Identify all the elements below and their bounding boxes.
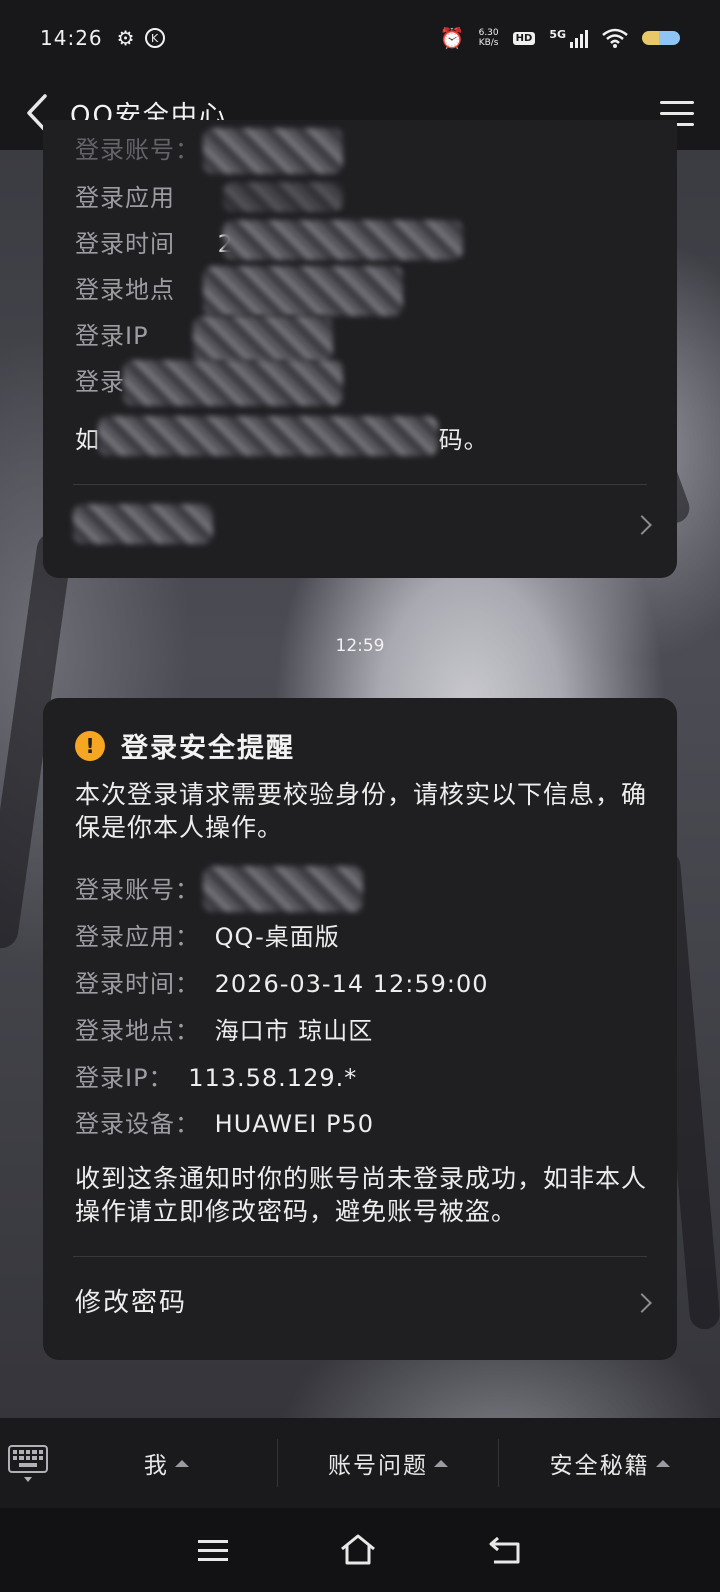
menu-item-me[interactable]: 我	[56, 1446, 277, 1480]
redacted-content	[123, 360, 343, 406]
redacted-content	[98, 416, 438, 456]
change-password-link[interactable]: 修改密码	[43, 1258, 677, 1358]
network-speed-value: 6.30	[478, 28, 499, 38]
battery-icon	[642, 31, 680, 45]
status-time: 14:26	[40, 26, 103, 50]
prev-row-device: 登录	[75, 362, 125, 397]
menu-item-account-issues[interactable]: 账号问题	[278, 1446, 499, 1480]
field-value: HUAWEI P50	[214, 1110, 374, 1138]
divider	[73, 484, 647, 485]
field-value: QQ-桌面版	[214, 923, 340, 951]
prev-row-app: 登录应用	[75, 178, 175, 213]
prev-notice-end: 码。	[438, 426, 489, 454]
redacted-content[interactable]	[73, 504, 213, 544]
prev-row-label: 登录地点	[75, 276, 175, 304]
network-speed-unit: KB/s	[478, 38, 499, 48]
redacted-content	[193, 316, 333, 362]
change-password-label[interactable]: 修改密码	[75, 1282, 187, 1319]
caret-up-icon	[655, 1459, 670, 1467]
field-login-time: 登录时间： 2026-03-14 12:59:00	[75, 964, 489, 999]
field-login-ip: 登录IP： 113.58.129.*	[75, 1058, 357, 1093]
field-login-app: 登录应用： QQ-桌面版	[75, 917, 340, 952]
field-label: 登录地点：	[75, 1017, 200, 1045]
home-icon[interactable]	[338, 1533, 378, 1567]
signal-icon: 5G	[549, 28, 588, 48]
prev-row-label: 登录应用	[75, 184, 175, 212]
network-type: 5G	[549, 28, 566, 41]
field-label: 登录IP：	[75, 1064, 174, 1092]
gear-icon: ⚙	[116, 26, 135, 50]
caret-up-icon	[434, 1459, 448, 1467]
field-value: 2026-03-14 12:59:00	[214, 970, 489, 998]
previous-login-card: 登录账号： 登录应用 登录时间 2 登录地点 登录IP 登录 如 码。	[43, 120, 677, 578]
prev-row-ip: 登录IP	[75, 316, 149, 351]
alert-intro: 本次登录请求需要校验身份，请核实以下信息，确保是你本人操作。	[75, 780, 648, 842]
field-label: 登录时间：	[75, 970, 200, 998]
divider	[73, 1256, 647, 1257]
prev-row-location: 登录地点	[75, 270, 175, 305]
menu-item-label: 账号问题	[328, 1453, 428, 1479]
login-alert-card: ! 登录安全提醒 本次登录请求需要校验身份，请核实以下信息，确保是你本人操作。 …	[43, 698, 677, 1360]
caret-up-icon	[174, 1459, 189, 1467]
alert-warning-text: 收到这条通知时你的账号尚未登录成功，如非本人操作请立即修改密码，避免账号被盗。	[75, 1164, 648, 1226]
redacted-content	[203, 266, 403, 316]
system-nav-bar	[0, 1508, 720, 1592]
message-timestamp: 12:59	[335, 636, 385, 656]
redacted-content	[223, 182, 343, 212]
bottom-menu-bar: 我 账号问题 安全秘籍	[0, 1418, 720, 1508]
status-bar: 14:26 ⚙ K ⏰ 6.30 KB/s HD 5G	[0, 0, 720, 76]
recent-apps-icon[interactable]	[198, 1539, 228, 1561]
field-value: 海口市 琼山区	[214, 1017, 374, 1045]
field-label: 登录账号：	[75, 876, 200, 904]
alert-header: ! 登录安全提醒	[75, 726, 295, 765]
prev-notice-start: 如	[75, 426, 100, 454]
alert-title: 登录安全提醒	[121, 733, 295, 764]
chevron-right-icon[interactable]	[632, 1293, 652, 1313]
back-nav-icon[interactable]	[488, 1535, 522, 1565]
prev-row-label: 登录时间	[75, 230, 175, 258]
menu-item-label: 安全秘籍	[549, 1453, 650, 1479]
wifi-icon	[602, 28, 628, 48]
chevron-right-icon[interactable]	[632, 515, 652, 535]
field-login-location: 登录地点： 海口市 琼山区	[75, 1011, 373, 1046]
prev-row-time: 登录时间 2	[75, 224, 234, 259]
hd-icon: HD	[512, 31, 536, 45]
redacted-content	[203, 128, 343, 174]
menu-item-label: 我	[143, 1453, 169, 1479]
warning-icon: !	[75, 730, 105, 761]
network-speed: 6.30 KB/s	[479, 28, 499, 48]
prev-row-label: 登录	[75, 368, 125, 396]
field-label: 登录设备：	[75, 1110, 200, 1138]
field-login-account: 登录账号：	[75, 870, 206, 905]
prev-row-label: 登录IP	[75, 322, 149, 350]
redacted-account	[203, 866, 363, 912]
field-value: 113.58.129.*	[188, 1064, 358, 1092]
prev-row-account: 登录账号：	[75, 130, 200, 165]
k-circle-icon: K	[144, 28, 165, 48]
menu-item-security-tips[interactable]: 安全秘籍	[499, 1446, 720, 1480]
field-label: 登录应用：	[75, 923, 200, 951]
field-login-device: 登录设备： HUAWEI P50	[75, 1104, 374, 1139]
redacted-content	[223, 220, 463, 260]
keyboard-icon[interactable]	[0, 1444, 56, 1482]
alarm-icon: ⏰	[439, 26, 465, 50]
prev-row-label: 登录账号：	[75, 136, 200, 164]
